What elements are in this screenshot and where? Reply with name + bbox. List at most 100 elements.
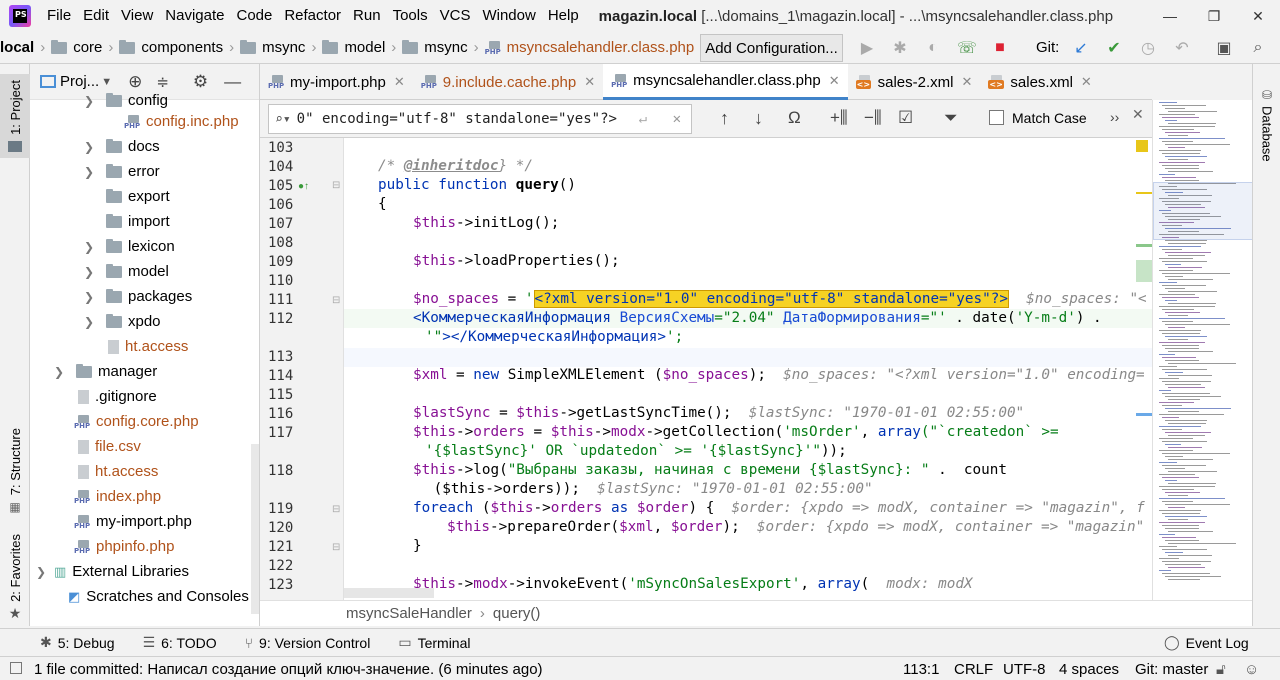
chevron-right-icon[interactable]: ❯ [84,165,98,179]
chevron-right-icon[interactable]: ❯ [84,315,98,329]
tab-sales-xml[interactable]: <> sales.xml ✕ [980,64,1099,100]
chevron-right-icon[interactable]: ❯ [84,140,98,154]
event-log-tool-tab[interactable]: ◯ Event Log [1164,634,1249,651]
structure-tool-tab[interactable]: 7: Structure ▦ [0,426,30,516]
tree-item-export[interactable]: export [84,184,170,209]
tree-item-error[interactable]: ❯ error [84,159,160,184]
tree-item-external-libraries[interactable]: ❯ ▥ External Libraries [36,559,189,584]
terminal-tool-tab[interactable]: ▭ Terminal [398,634,470,651]
breadcrumb-model[interactable]: model › [322,39,402,56]
close-find-icon[interactable]: ✕ [1132,106,1144,123]
debug-tool-tab[interactable]: ✱ 5: Debug [40,634,115,651]
close-tab-icon[interactable]: ✕ [584,74,595,90]
toggle-tool-windows-icon[interactable] [10,662,22,674]
tree-item-model[interactable]: ❯ model [84,259,169,284]
close-tab-icon[interactable]: ✕ [394,74,405,90]
project-tool-tab[interactable]: 1: Project [0,74,30,158]
filter-icon[interactable]: ⏷ [944,108,958,128]
breadcrumb-file[interactable]: PHP msyncsalehandler.class.php [485,39,695,56]
tab-sales-2-xml[interactable]: <> sales-2.xml ✕ [848,64,981,100]
horizontal-scrollbar[interactable] [344,588,434,598]
presentation-icon[interactable]: ▣ [1214,38,1234,58]
breadcrumb-core[interactable]: core › [51,39,119,56]
tab-msyncsalehandler-class-php[interactable]: PHP msyncsalehandler.class.php ✕ [603,64,848,100]
tree-item-config-core-php[interactable]: PHP config.core.php [54,409,199,434]
search-everywhere-icon[interactable]: ⌕ [1248,38,1268,58]
tree-item-file-csv[interactable]: file.csv [54,434,141,459]
tab-9-include-cache-php[interactable]: PHP 9.include.cache.php ✕ [413,64,603,100]
menu-vcs[interactable]: VCS [434,0,477,32]
menu-help[interactable]: Help [542,0,585,32]
tree-item-scratches-and-consoles[interactable]: ◩ Scratches and Consoles [36,584,249,609]
cursor-position[interactable]: 113:1 [903,661,939,678]
breadcrumb-msync-2[interactable]: msync › [402,39,484,56]
indent-setting[interactable]: 4 spaces [1059,661,1119,678]
notifications-icon[interactable]: ☺ [1244,661,1259,678]
chevron-right-icon[interactable]: ❯ [36,565,50,579]
match-case-checkbox[interactable] [989,110,1004,125]
fold-icon[interactable]: ⊟ [332,504,340,515]
minimap-viewport[interactable] [1153,182,1252,240]
chevron-right-icon[interactable]: ❯ [54,365,68,379]
tree-scrollbar[interactable] [251,444,259,614]
version-control-tool-tab[interactable]: ⑂ 9: Version Control [245,635,371,651]
menu-tools[interactable]: Tools [387,0,434,32]
menu-code[interactable]: Code [230,0,278,32]
previous-occurrence-icon[interactable]: ↑ [720,108,729,129]
tree-item-packages[interactable]: ❯ packages [84,284,192,309]
database-tool-tab[interactable]: ⛁ Database [1253,88,1280,188]
find-all-icon[interactable]: Ω [788,108,801,128]
status-message[interactable]: 1 file committed: Написал создание опций… [34,661,543,678]
new-line-icon[interactable]: ↵ [639,111,647,127]
git-history-icon[interactable]: ◷ [1138,38,1158,58]
menu-run[interactable]: Run [347,0,387,32]
implements-method-icon[interactable]: ●↑ [298,181,309,192]
tree-item-lexicon[interactable]: ❯ lexicon [84,234,175,259]
close-window-icon[interactable]: ✕ [1236,0,1280,32]
fold-icon[interactable]: ⊟ [332,180,340,191]
add-occurrence-icon[interactable]: +⫼ [830,108,848,128]
tree-item-phpinfo-php[interactable]: PHP phpinfo.php [54,534,174,559]
menu-refactor[interactable]: Refactor [278,0,347,32]
close-tab-icon[interactable]: ✕ [1081,74,1092,90]
coverage-icon[interactable]: ◐ [923,38,943,58]
file-encoding[interactable]: UTF-8 [1003,661,1046,678]
git-branch[interactable]: Git: master [1135,661,1208,678]
menu-view[interactable]: View [115,0,159,32]
remove-occurrence-icon[interactable]: −⫼ [864,108,882,128]
close-tab-icon[interactable]: ✕ [829,73,840,89]
git-update-icon[interactable]: ↙ [1071,38,1091,58]
select-all-occurrences-icon[interactable]: ☑ [898,108,913,128]
chevron-down-icon[interactable]: ▼ [101,76,112,88]
clear-search-icon[interactable]: ✕ [673,111,681,127]
chevron-right-icon[interactable]: ❯ [84,290,98,304]
crumb-class[interactable]: msyncSaleHandler [346,605,472,622]
breadcrumb-components[interactable]: components › [119,39,240,56]
tab-my-import-php[interactable]: PHP my-import.php ✕ [260,64,413,100]
chevron-right-icon[interactable]: ❯ [84,240,98,254]
tree-item-manager[interactable]: ❯ manager [54,359,157,384]
search-icon[interactable]: ⌕▾ [275,112,291,127]
breadcrumb-msync[interactable]: msync › [240,39,322,56]
fold-icon[interactable]: ⊟ [332,542,340,553]
tree-item-index-php[interactable]: PHP index.php [54,484,161,509]
favorites-tool-tab[interactable]: 2: Favorites ★ [0,534,30,622]
code-editor[interactable]: /* @inheritdoc} */ public function query… [344,138,1152,600]
chevron-right-icon[interactable]: ❯ [84,94,98,108]
menu-file[interactable]: File [41,0,77,32]
chevron-right-icon[interactable]: ❯ [84,265,98,279]
tree-item-docs[interactable]: ❯ docs [84,134,160,159]
fold-icon[interactable]: ⊟ [332,295,340,306]
tree-item-ht-access[interactable]: ht.access [84,334,188,359]
listen-debug-icon[interactable]: ☏ [957,38,977,58]
menu-edit[interactable]: Edit [77,0,115,32]
gear-icon[interactable]: ⚙ [193,72,208,92]
debug-icon[interactable]: ✱ [890,38,910,58]
crumb-method[interactable]: query() [493,605,541,622]
tree-item-my-import-php[interactable]: PHP my-import.php [54,509,192,534]
tree-item-ht-access[interactable]: ht.access [54,459,158,484]
git-commit-icon[interactable]: ✔ [1104,38,1124,58]
tree-item--gitignore[interactable]: .gitignore [54,384,157,409]
tree-item-import[interactable]: import [84,209,170,234]
find-input[interactable]: ⌕▾ 0" encoding="utf-8" standalone="yes"?… [268,104,692,134]
